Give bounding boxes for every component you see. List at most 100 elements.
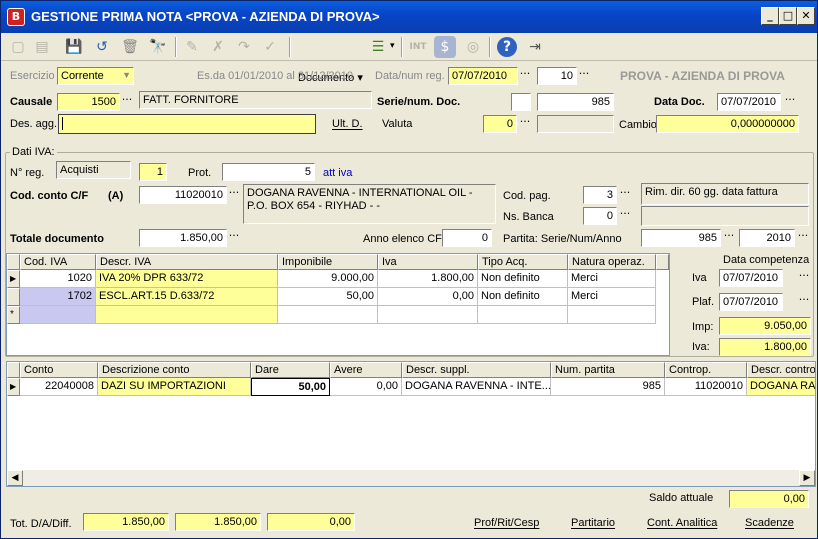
iva-col-header[interactable]: Natura operaz. bbox=[568, 254, 656, 270]
cod-pag-lookup-button[interactable]: ··· bbox=[618, 186, 632, 204]
data-reg-field[interactable]: 07/07/2010 bbox=[448, 67, 518, 85]
mov-col-header[interactable]: Descr. suppl. bbox=[402, 362, 551, 378]
edit-icon[interactable]: ✎ bbox=[181, 36, 203, 58]
iva-col-header[interactable]: Descr. IVA bbox=[96, 254, 278, 270]
cont-analitica-link[interactable]: Cont. Analitica bbox=[647, 517, 717, 529]
new-row-marker[interactable]: * bbox=[7, 306, 20, 324]
ns-banca-lookup-button[interactable]: ··· bbox=[618, 207, 632, 225]
new-icon[interactable]: ▢ bbox=[7, 36, 29, 58]
partitario-link[interactable]: Partitario bbox=[571, 517, 615, 529]
num-doc-field[interactable]: 985 bbox=[537, 93, 614, 111]
money-icon[interactable]: $ bbox=[434, 36, 456, 58]
delete-icon[interactable]: 🗑 bbox=[119, 36, 141, 58]
title-bar[interactable]: B GESTIONE PRIMA NOTA <PROVA - AZIENDA D… bbox=[1, 1, 817, 33]
iva-col-header[interactable]: Iva bbox=[378, 254, 478, 270]
ult-d-link[interactable]: Ult. D. bbox=[332, 118, 363, 130]
save-icon[interactable]: 💾 bbox=[63, 36, 85, 58]
movimenti-table[interactable]: Conto Descrizione conto Dare Avere Descr… bbox=[6, 361, 816, 487]
mov-cell-descr-contro[interactable]: DOGANA RAVE bbox=[747, 378, 815, 396]
mov-col-header[interactable]: Num. partita bbox=[551, 362, 665, 378]
cancel-edit-icon[interactable]: ✗ bbox=[207, 36, 229, 58]
iva-table[interactable]: Cod. IVA Descr. IVA Imponibile Iva Tipo … bbox=[6, 253, 670, 356]
iva-new-cell[interactable] bbox=[478, 306, 568, 324]
exit-icon[interactable]: ⇥ bbox=[524, 36, 546, 58]
mov-col-header[interactable]: Descr. contro bbox=[747, 362, 815, 378]
iva-cell-natura[interactable]: Merci bbox=[568, 270, 656, 288]
globe-icon[interactable]: ◎ bbox=[462, 36, 484, 58]
redo-icon[interactable]: ↷ bbox=[233, 36, 255, 58]
mov-col-header[interactable]: Descrizione conto bbox=[98, 362, 251, 378]
iva-cell-tipo[interactable]: Non definito bbox=[478, 270, 568, 288]
iva-new-cell[interactable] bbox=[96, 306, 278, 324]
scroll-right-button[interactable]: ▶ bbox=[799, 470, 815, 486]
iva-cell-cod[interactable]: 1702 bbox=[20, 288, 96, 306]
iva-new-cell[interactable] bbox=[378, 306, 478, 324]
maximize-button[interactable]: □ bbox=[779, 7, 797, 25]
iva-cell-cod[interactable]: 1020 bbox=[20, 270, 96, 288]
causale-code-field[interactable]: 1500 bbox=[57, 93, 120, 111]
mov-cell-descr[interactable]: DAZI SU IMPORTAZIONI bbox=[98, 378, 251, 396]
mov-col-header[interactable]: Dare bbox=[251, 362, 330, 378]
iva-new-cell[interactable] bbox=[20, 306, 96, 324]
totale-doc-lookup-button[interactable]: ··· bbox=[227, 229, 241, 247]
num-reg-lookup-button[interactable]: ··· bbox=[577, 67, 591, 85]
search-icon[interactable]: 🔭 bbox=[147, 36, 169, 58]
data-doc-field[interactable]: 07/07/2010 bbox=[717, 93, 781, 111]
data-reg-lookup-button[interactable]: ··· bbox=[518, 67, 532, 85]
att-iva-link[interactable]: att iva bbox=[323, 167, 352, 179]
valuta-field[interactable]: 0 bbox=[483, 115, 517, 133]
iva-cell-natura[interactable]: Merci bbox=[568, 288, 656, 306]
mov-col-header[interactable]: Avere bbox=[330, 362, 402, 378]
nreg-num-field[interactable]: 1 bbox=[139, 163, 167, 181]
totale-doc-field[interactable]: 1.850,00 bbox=[139, 229, 227, 247]
iva-col-header[interactable]: Tipo Acq. bbox=[478, 254, 568, 270]
confirm-icon[interactable]: ✓ bbox=[259, 36, 281, 58]
row-selector-icon[interactable]: ▶ bbox=[7, 270, 20, 288]
cod-pag-field[interactable]: 3 bbox=[583, 186, 617, 204]
prot-num-field[interactable]: 5 bbox=[222, 163, 315, 181]
ns-banca-field[interactable]: 0 bbox=[583, 207, 617, 225]
partita-anno-lookup-button[interactable]: ··· bbox=[796, 229, 810, 247]
mov-col-header[interactable]: Conto bbox=[20, 362, 98, 378]
esercizio-select[interactable]: Corrente ▼ bbox=[57, 67, 134, 85]
help-icon[interactable]: ? bbox=[497, 37, 517, 57]
horizontal-scrollbar[interactable] bbox=[7, 470, 815, 486]
iva-cell-iva[interactable]: 1.800,00 bbox=[378, 270, 478, 288]
partita-num-lookup-button[interactable]: ··· bbox=[722, 229, 736, 247]
iva-col-header[interactable]: Imponibile bbox=[278, 254, 378, 270]
valuta-lookup-button[interactable]: ··· bbox=[518, 115, 532, 133]
iva-cell-iva[interactable]: 0,00 bbox=[378, 288, 478, 306]
des-agg-field[interactable] bbox=[58, 114, 316, 134]
serie-doc-field[interactable] bbox=[511, 93, 531, 111]
data-doc-lookup-button[interactable]: ··· bbox=[783, 93, 797, 111]
comp-iva-field[interactable]: 07/07/2010 bbox=[719, 269, 783, 287]
partita-num-field[interactable]: 985 bbox=[641, 229, 721, 247]
close-button[interactable]: ✕ bbox=[797, 7, 815, 25]
minimize-button[interactable]: _ bbox=[761, 7, 779, 25]
cod-conto-lookup-button[interactable]: ··· bbox=[227, 186, 241, 204]
open-icon[interactable]: ▤ bbox=[31, 36, 53, 58]
list-dropdown-icon[interactable]: ▾ bbox=[390, 41, 395, 51]
iva-cell-descr[interactable]: IVA 20% DPR 633/72 bbox=[96, 270, 278, 288]
causale-lookup-button[interactable]: ··· bbox=[120, 93, 134, 111]
num-reg-field[interactable]: 10 bbox=[537, 67, 577, 85]
list-icon[interactable]: ☰ bbox=[367, 36, 389, 58]
int-icon[interactable]: INT bbox=[407, 36, 429, 58]
undo-icon[interactable]: ↺ bbox=[91, 36, 113, 58]
cod-conto-field[interactable]: 11020010 bbox=[139, 186, 227, 204]
iva-cell-imponibile[interactable]: 9.000,00 bbox=[278, 270, 378, 288]
row-selector[interactable] bbox=[7, 288, 20, 306]
comp-iva-lookup-button[interactable]: ··· bbox=[797, 269, 811, 287]
prof-rit-cesp-link[interactable]: Prof/Rit/Cesp bbox=[474, 517, 539, 529]
mov-cell-avere[interactable]: 0,00 bbox=[330, 378, 402, 396]
iva-cell-tipo[interactable]: Non definito bbox=[478, 288, 568, 306]
iva-cell-imponibile[interactable]: 50,00 bbox=[278, 288, 378, 306]
row-selector-icon[interactable]: ▶ bbox=[7, 378, 20, 396]
iva-new-cell[interactable] bbox=[568, 306, 656, 324]
partita-anno-field[interactable]: 2010 bbox=[739, 229, 795, 247]
iva-new-cell[interactable] bbox=[278, 306, 378, 324]
mov-cell-partita[interactable]: 985 bbox=[551, 378, 665, 396]
plaf-lookup-button[interactable]: ··· bbox=[797, 293, 811, 311]
mov-col-header[interactable]: Controp. bbox=[665, 362, 747, 378]
mov-cell-dare[interactable]: 50,00 bbox=[251, 378, 330, 396]
